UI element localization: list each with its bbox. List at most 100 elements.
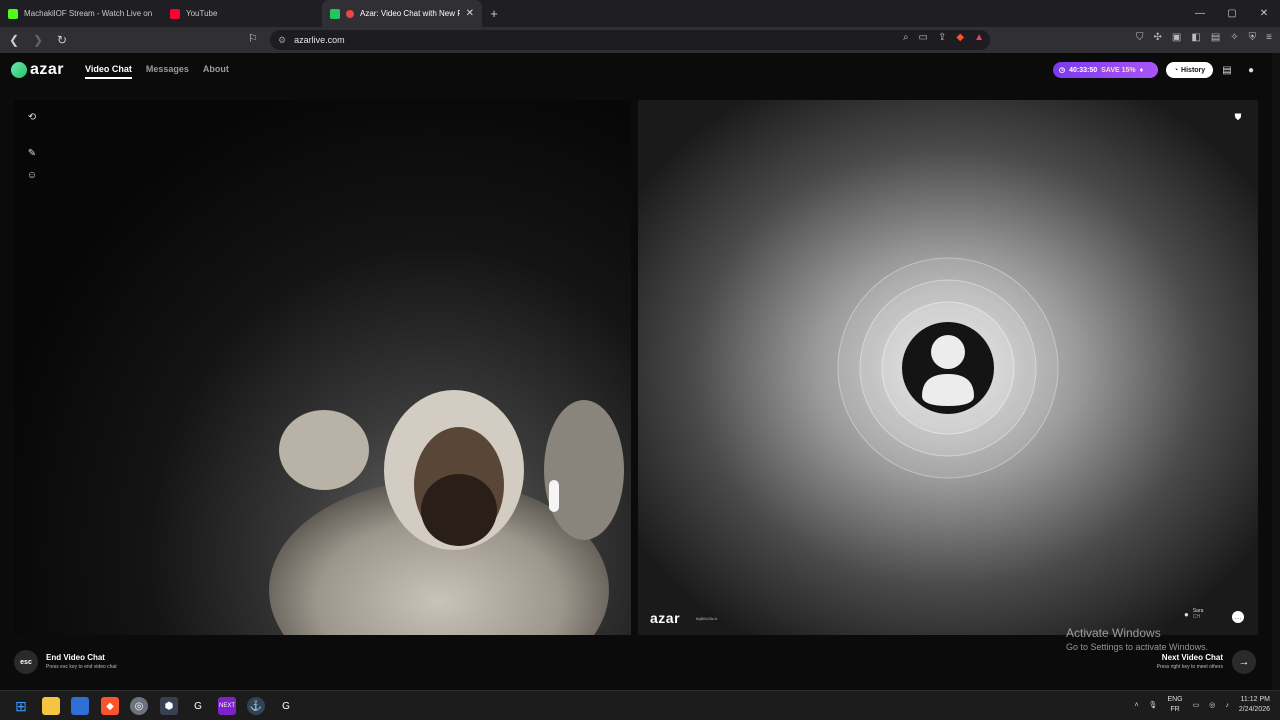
extensions-icon[interactable]: ✣ — [1154, 32, 1162, 43]
azar-watermark: azar — [650, 610, 681, 626]
app-hex-icon[interactable]: ⬢ — [160, 697, 178, 715]
leo-ai-icon[interactable]: ✧ — [1230, 32, 1238, 43]
new-tab-button[interactable]: + — [482, 0, 506, 27]
kick-favicon-icon — [8, 8, 18, 19]
end-video-chat-title[interactable]: End Video Chat — [46, 653, 105, 662]
brave-browser-icon[interactable]: ◆ — [101, 697, 119, 715]
chrome-icon[interactable]: ◎ — [130, 697, 148, 715]
extensions-area: ⛉ ✣ ▣ ◧ ▤ ✧ ⛨ ≡ — [1136, 32, 1272, 43]
lang-bottom: FR — [1170, 706, 1180, 713]
window-controls: — ▢ ✕ — [1184, 0, 1280, 27]
chat-bubble-icon[interactable]: … — [1232, 611, 1244, 623]
bookmark-icon[interactable]: ⚐ — [248, 32, 258, 45]
back-button[interactable]: ❮ — [4, 30, 24, 50]
next-app-icon[interactable]: NEXT — [218, 697, 236, 715]
activate-title: Activate Windows — [1066, 626, 1161, 640]
end-video-chat-hint: Press esc key to end video chat — [46, 664, 117, 670]
history-label: History — [1181, 66, 1206, 74]
profile-avatar-icon[interactable]: ● — [1244, 63, 1258, 77]
next-video-chat-title[interactable]: Next Video Chat — [1162, 653, 1223, 662]
zoom-search-icon[interactable]: ⌕ — [903, 32, 909, 43]
tab-title: MachakilOF Stream - Watch Live on K — [24, 9, 154, 18]
azar-logo-text: azar — [30, 61, 65, 78]
promo-badge[interactable]: ◷ 40:33:50 SAVE 15% ♦ — [1053, 62, 1158, 78]
youtube-favicon-icon — [170, 8, 180, 19]
nav-about[interactable]: About — [203, 64, 229, 79]
tab-title: YouTube — [186, 9, 218, 18]
display-icon[interactable]: ▭ — [1193, 701, 1200, 709]
peer-info[interactable]: ● Sara CH — [1184, 608, 1203, 620]
peer-country: CH — [1192, 614, 1201, 620]
esc-key-button[interactable]: esc — [14, 650, 38, 674]
url-text[interactable]: azarlive.com — [294, 35, 345, 45]
network-icon[interactable]: ◎ — [1209, 701, 1215, 709]
browser-tab-strip: MachakilOF Stream - Watch Live on K YouT… — [0, 0, 1280, 27]
address-bar-actions: ⌕ ▭ ⇪ ◆ ▲ — [903, 32, 984, 43]
microsoft-store-icon[interactable] — [71, 697, 89, 715]
gem-icon: ♦ — [1139, 66, 1144, 74]
self-camera-person — [269, 390, 624, 635]
forward-button[interactable]: ❯ — [28, 30, 48, 50]
clock-icon: ◔ — [1173, 66, 1179, 74]
logitech-g-icon[interactable]: G — [189, 697, 207, 715]
tab-kick-stream[interactable]: MachakilOF Stream - Watch Live on K — [0, 0, 162, 27]
azar-favicon-icon — [330, 8, 340, 19]
activate-subtitle: Go to Settings to activate Windows. — [1066, 642, 1209, 652]
vpn-shield-icon[interactable]: ⛉ — [1136, 32, 1144, 43]
brave-rewards-icon[interactable]: ▲ — [974, 32, 984, 43]
recording-indicator-icon — [346, 9, 354, 18]
tab-title: Azar: Video Chat with New Pe — [360, 9, 460, 18]
menu-icon[interactable]: ≡ — [1266, 32, 1272, 43]
address-bar[interactable]: ⚙ azarlive.com ⌕ ▭ ⇪ ◆ ▲ — [270, 30, 990, 50]
nav-messages[interactable]: Messages — [146, 64, 189, 79]
sidebar-icon[interactable]: ◧ — [1191, 32, 1200, 43]
reload-button[interactable]: ↻ — [52, 30, 72, 50]
tab-youtube[interactable]: YouTube — [162, 0, 322, 27]
system-tray: ˄ 🎙 ENG FR ▭ ◎ ♪ 11:12 PM 2/24/2026 — [1134, 695, 1270, 715]
file-explorer-icon[interactable] — [42, 697, 60, 715]
beauty-effect-icon[interactable]: ✎ — [25, 146, 39, 160]
microphone-icon[interactable]: 🎙 — [1149, 701, 1158, 709]
share-icon[interactable]: ⇪ — [938, 32, 946, 43]
promo-timer: 40:33:50 — [1069, 66, 1098, 74]
clock-time: 11:12 PM — [1240, 696, 1270, 703]
next-arrow-icon[interactable]: → — [1232, 650, 1256, 674]
page-scrollbar[interactable] — [1272, 53, 1280, 690]
language-indicator[interactable]: ENG FR — [1167, 695, 1182, 715]
activate-windows-watermark: Activate Windows Go to Settings to activ… — [1066, 626, 1208, 652]
shop-icon[interactable]: ▤ — [1220, 63, 1234, 77]
maximize-button[interactable]: ▢ — [1216, 0, 1248, 27]
report-shield-icon[interactable]: ⛊ — [1232, 111, 1244, 123]
app-header: azar Video Chat Messages About ◷ 40:33:5… — [0, 53, 1280, 87]
cast-icon[interactable]: ▭ — [919, 32, 928, 43]
clock[interactable]: 11:12 PM 2/24/2026 — [1239, 695, 1270, 715]
main-nav: Video Chat Messages About — [85, 64, 229, 79]
peer-avatar-icon: ● — [1184, 609, 1189, 619]
self-video: ⟲ ✎ ☺ — [14, 100, 631, 635]
history-button[interactable]: ◔ History — [1166, 62, 1213, 78]
security-icon[interactable]: ⛨ — [1249, 32, 1257, 43]
promo-save: SAVE 15% — [1101, 66, 1136, 74]
windows-start-icon[interactable]: ⊞ — [12, 697, 30, 715]
nav-video-chat[interactable]: Video Chat — [85, 64, 132, 79]
next-video-chat-hint: Press right key to meet others — [1156, 664, 1223, 670]
volume-icon[interactable]: ♪ — [1225, 702, 1229, 709]
tab-close-icon[interactable]: ✕ — [466, 8, 474, 19]
searching-avatar — [837, 257, 1059, 479]
camera-switch-icon[interactable]: ⟲ — [25, 110, 39, 124]
clock-date: 2/24/2026 — [1238, 706, 1270, 713]
brave-shields-icon[interactable]: ◆ — [956, 32, 964, 43]
logitech-g-hub-icon[interactable]: G — [277, 697, 295, 715]
steam-icon[interactable]: ⚓ — [247, 697, 265, 715]
close-window-button[interactable]: ✕ — [1248, 0, 1280, 27]
site-settings-icon[interactable]: ⚙ — [278, 35, 286, 46]
azar-logo[interactable]: azar — [11, 61, 64, 79]
tab-groups-icon[interactable]: ▤ — [1211, 32, 1220, 43]
wallet-icon[interactable]: ▣ — [1172, 32, 1181, 43]
tab-azar-active[interactable]: Azar: Video Chat with New Pe ✕ — [322, 0, 482, 27]
sticker-icon[interactable]: ☺ — [25, 168, 39, 182]
browser-toolbar: ❮ ❯ ↻ ⚙ azarlive.com ⌕ ▭ ⇪ ◆ ▲ — [0, 27, 1280, 53]
minimize-button[interactable]: — — [1184, 0, 1216, 27]
lang-top: ENG — [1167, 696, 1183, 703]
chevron-up-icon[interactable]: ˄ — [1134, 702, 1138, 709]
